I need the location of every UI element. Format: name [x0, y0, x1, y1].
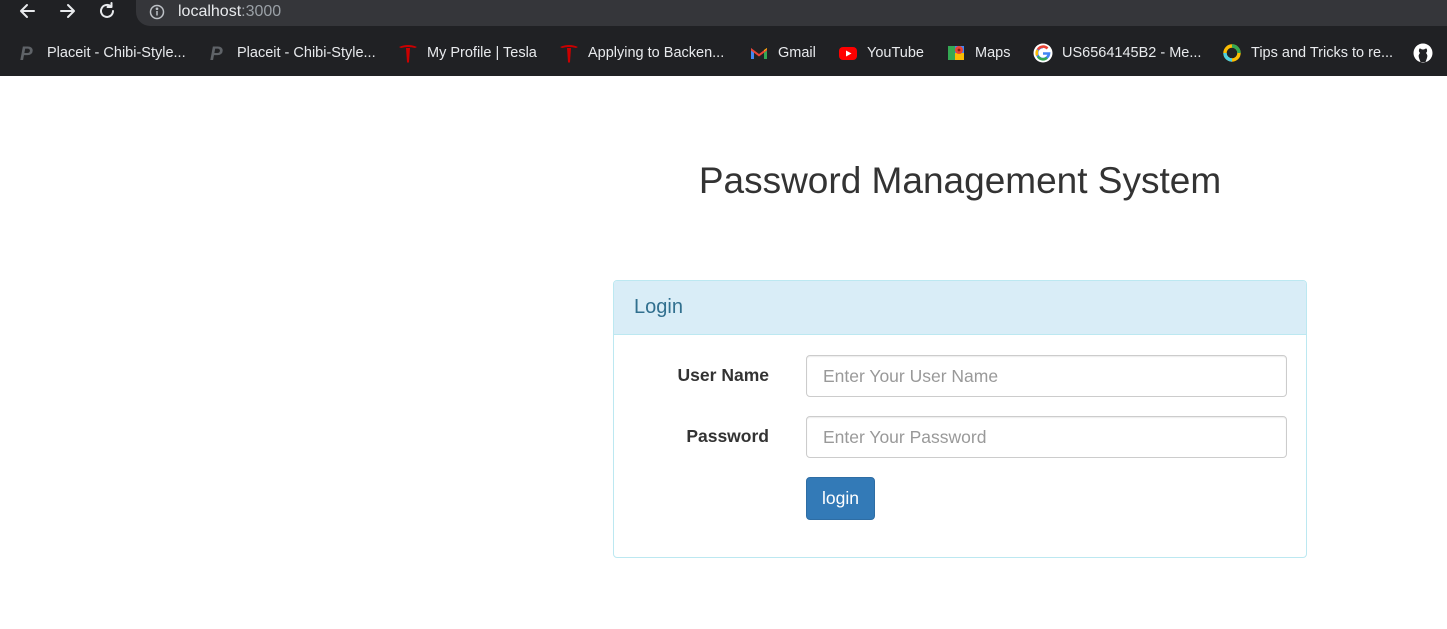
url-text: localhost:3000 — [178, 3, 281, 21]
bookmark-label: Maps — [975, 45, 1011, 61]
bookmark-item[interactable]: Gmail — [749, 34, 816, 72]
username-label: User Name — [677, 365, 769, 385]
reload-button[interactable] — [92, 0, 122, 26]
url-port: :3000 — [241, 3, 282, 20]
svg-text:P: P — [210, 44, 223, 63]
info-icon[interactable] — [149, 4, 165, 20]
placeit-icon: P — [18, 43, 38, 63]
bookmark-item[interactable]: My Profile | Tesla — [398, 34, 537, 72]
bookmark-label: US6564145B2 - Me... — [1062, 45, 1202, 61]
tesla-icon — [398, 43, 418, 63]
bookmark-item[interactable]: Tips and Tricks to re... — [1222, 34, 1393, 72]
arrow-right-icon — [57, 1, 77, 26]
forward-button[interactable] — [52, 0, 82, 26]
ring-icon — [1222, 43, 1242, 63]
login-button[interactable]: login — [806, 477, 875, 520]
username-row: User Name — [614, 355, 1306, 397]
bookmark-item[interactable]: US6564145B2 - Me... — [1033, 34, 1201, 72]
bookmarks-bar: P Placeit - Chibi-Style... P Placeit - C… — [0, 34, 1447, 72]
back-button[interactable] — [13, 0, 43, 26]
bookmark-item[interactable]: P Placeit - Chibi-Style... — [208, 34, 376, 72]
youtube-icon — [838, 43, 858, 63]
bookmark-label: Tips and Tricks to re... — [1251, 45, 1394, 61]
bookmark-label: My Profile | Tesla — [427, 45, 537, 61]
page-title: Password Management System — [698, 160, 1222, 201]
browser-toolbar: localhost:3000 — [0, 0, 1447, 28]
svg-text:P: P — [20, 44, 33, 63]
url-host: localhost — [178, 3, 242, 20]
password-label: Password — [686, 426, 769, 446]
bookmark-item[interactable]: Maps — [946, 34, 1010, 72]
bookmark-label: Placeit - Chibi-Style... — [237, 45, 376, 61]
tesla-icon — [559, 43, 579, 63]
arrow-left-icon — [18, 1, 38, 26]
login-panel: Login User Name Password login — [613, 280, 1307, 558]
gmail-icon — [749, 43, 769, 63]
panel-heading: Login — [614, 281, 1306, 335]
bookmark-item[interactable]: P Placeit - Chibi-Style... — [18, 34, 186, 72]
bookmark-item[interactable] — [1413, 34, 1442, 72]
bookmark-item[interactable]: Applying to Backen... — [559, 34, 724, 72]
password-input[interactable] — [806, 416, 1287, 458]
placeit-icon: P — [208, 43, 228, 63]
password-row: Password — [614, 416, 1306, 458]
github-icon — [1413, 43, 1433, 63]
google-icon — [1033, 43, 1053, 63]
bookmark-label: YouTube — [867, 45, 924, 61]
reload-icon — [97, 1, 117, 26]
bookmark-label: Placeit - Chibi-Style... — [47, 45, 186, 61]
maps-icon — [946, 43, 966, 63]
bookmark-item[interactable]: YouTube — [838, 34, 924, 72]
bookmark-label: Applying to Backen... — [588, 45, 725, 61]
username-input[interactable] — [806, 355, 1287, 397]
bookmark-label: Gmail — [778, 45, 816, 61]
address-bar[interactable]: localhost:3000 — [136, 0, 1447, 26]
